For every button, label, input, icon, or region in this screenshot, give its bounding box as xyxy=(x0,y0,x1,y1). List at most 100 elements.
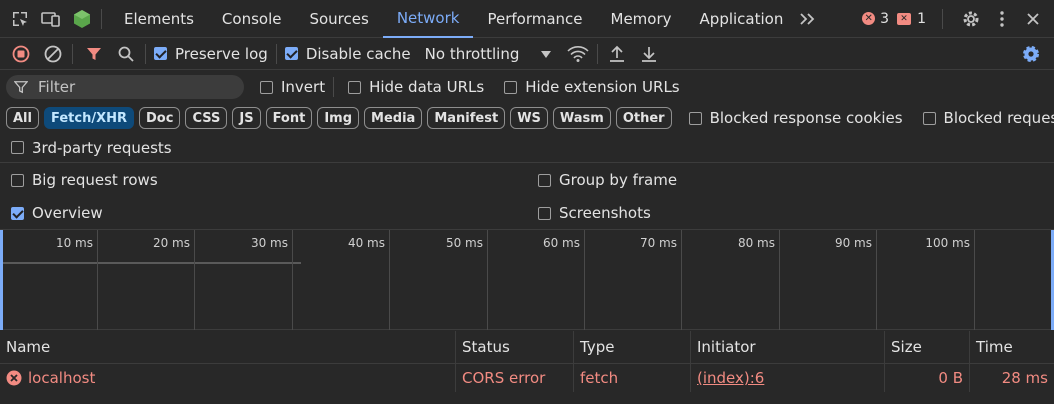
inspect-element-icon[interactable] xyxy=(9,8,31,30)
filter-placeholder: Filter xyxy=(38,78,76,96)
request-initiator-link[interactable]: (index):6 xyxy=(691,364,885,392)
tab-elements[interactable]: Elements xyxy=(110,0,208,38)
timeline-request-bar xyxy=(3,262,301,264)
more-options-icon[interactable] xyxy=(991,8,1013,30)
timeline-tick-label: 10 ms xyxy=(55,236,93,250)
checkbox-icon xyxy=(538,206,551,220)
request-time-cell: 28 ms xyxy=(1001,369,1048,387)
column-header-type[interactable]: Type xyxy=(574,331,691,363)
timeline-tick-label: 50 ms xyxy=(445,236,483,250)
timeline-gridline xyxy=(681,230,682,330)
invert-checkbox[interactable]: Invert xyxy=(260,78,325,96)
settings-gear-icon[interactable] xyxy=(960,8,982,30)
checkbox-icon xyxy=(154,47,167,60)
column-header-initiator[interactable]: Initiator xyxy=(691,331,885,363)
blocked-requests-checkbox[interactable]: Blocked requests xyxy=(922,109,1054,127)
resource-type-filter-row: All Fetch/XHR Doc CSS JS Font Img Media … xyxy=(0,103,1054,133)
timeline-overview[interactable]: 10 ms 20 ms 30 ms 40 ms 50 ms 60 ms 70 ms 80 ms… xyxy=(0,229,1054,330)
clear-icon[interactable] xyxy=(42,43,64,65)
timeline-tick-label: 30 ms xyxy=(250,236,288,250)
options-row-2: Overview Screenshots xyxy=(0,198,1054,228)
chip-js[interactable]: JS xyxy=(232,107,261,129)
preserve-log-checkbox[interactable]: Preserve log xyxy=(154,45,268,63)
filter-row: Filter Invert Hide data URLs Hide extens… xyxy=(0,71,1054,103)
group-by-frame-checkbox[interactable]: Group by frame xyxy=(538,171,677,189)
third-party-row: 3rd-party requests xyxy=(0,133,1054,163)
chip-doc[interactable]: Doc xyxy=(139,107,181,129)
chip-media[interactable]: Media xyxy=(364,107,423,129)
column-header-size[interactable]: Size xyxy=(885,331,970,363)
table-row[interactable]: localhost CORS error fetch (index):6 0 B… xyxy=(0,364,1054,392)
chip-css[interactable]: CSS xyxy=(185,107,228,129)
divider xyxy=(597,43,599,64)
stop-recording-icon[interactable] xyxy=(10,43,32,65)
issue-count: 1 xyxy=(917,10,926,27)
hide-data-urls-checkbox[interactable]: Hide data URLs xyxy=(348,78,484,96)
timeline-gridline xyxy=(389,230,390,330)
import-har-upload-icon[interactable] xyxy=(606,43,628,65)
device-toolbar-icon[interactable] xyxy=(40,8,62,30)
extension-cube-icon[interactable] xyxy=(71,8,93,30)
issue-icon: ✕ xyxy=(897,12,912,25)
column-header-status[interactable]: Status xyxy=(456,331,574,363)
filter-funnel-icon[interactable] xyxy=(83,43,105,65)
filter-input[interactable]: Filter xyxy=(6,75,244,99)
timeline-gridline xyxy=(779,230,780,330)
checkbox-icon xyxy=(922,111,936,125)
network-settings-gear-icon[interactable] xyxy=(1020,43,1042,65)
chip-img[interactable]: Img xyxy=(317,107,360,129)
options-row-1: Big request rows Group by frame xyxy=(0,165,1054,195)
tab-network[interactable]: Network xyxy=(382,0,474,38)
request-status-cell: CORS error xyxy=(456,364,574,392)
timeline-gridline xyxy=(194,230,195,330)
tab-performance[interactable]: Performance xyxy=(473,0,596,38)
divider xyxy=(333,77,335,97)
chip-all[interactable]: All xyxy=(6,107,39,129)
timeline-gridline xyxy=(584,230,585,330)
chip-fetch-xhr[interactable]: Fetch/XHR xyxy=(43,107,134,129)
filter-funnel-icon xyxy=(14,80,28,94)
timeline-gridline xyxy=(487,230,488,330)
divider xyxy=(72,43,73,64)
checkbox-icon xyxy=(688,111,702,125)
big-request-rows-checkbox[interactable]: Big request rows xyxy=(11,171,538,189)
error-counter[interactable]: ✕ 3 xyxy=(862,11,889,27)
screenshots-checkbox[interactable]: Screenshots xyxy=(538,204,651,222)
tab-memory[interactable]: Memory xyxy=(597,0,686,38)
close-icon[interactable] xyxy=(1022,8,1044,30)
tab-console[interactable]: Console xyxy=(208,0,296,38)
divider xyxy=(145,43,146,64)
hide-extension-urls-checkbox[interactable]: Hide extension URLs xyxy=(504,78,680,96)
overview-checkbox[interactable]: Overview xyxy=(11,204,538,222)
chip-ws[interactable]: WS xyxy=(510,107,548,129)
export-har-download-icon[interactable] xyxy=(638,43,660,65)
chip-other[interactable]: Other xyxy=(615,107,672,129)
chip-wasm[interactable]: Wasm xyxy=(552,107,611,129)
tab-sources[interactable]: Sources xyxy=(295,0,382,38)
third-party-requests-checkbox[interactable]: 3rd-party requests xyxy=(11,139,172,157)
network-conditions-wifi-icon[interactable] xyxy=(567,43,589,65)
checkbox-icon xyxy=(260,80,273,94)
timeline-tick-label: 20 ms xyxy=(152,236,190,250)
error-count: 3 xyxy=(880,10,890,27)
issue-counter[interactable]: ✕ 1 xyxy=(897,11,926,27)
network-toolbar: Preserve log Disable cache No throttling xyxy=(0,38,1054,70)
chip-manifest[interactable]: Manifest xyxy=(427,107,506,129)
error-icon: ✕ xyxy=(862,12,876,25)
divider xyxy=(101,8,102,29)
timeline-left-handle[interactable] xyxy=(0,230,3,330)
blocked-response-cookies-checkbox[interactable]: Blocked response cookies xyxy=(688,109,903,127)
column-header-name[interactable]: Name xyxy=(0,331,456,363)
more-tabs-icon[interactable] xyxy=(797,8,819,30)
checkbox-icon xyxy=(538,173,551,187)
timeline-gridline xyxy=(974,230,975,330)
chip-font[interactable]: Font xyxy=(265,107,313,129)
search-icon[interactable] xyxy=(115,43,137,65)
disable-cache-checkbox[interactable]: Disable cache xyxy=(284,45,411,63)
tab-application[interactable]: Application xyxy=(686,0,798,38)
throttling-select[interactable]: No throttling xyxy=(425,45,552,63)
timeline-gridline xyxy=(876,230,877,330)
error-circle-icon xyxy=(6,370,22,386)
column-header-time[interactable]: Time xyxy=(970,331,1054,363)
checkbox-icon xyxy=(11,206,24,220)
